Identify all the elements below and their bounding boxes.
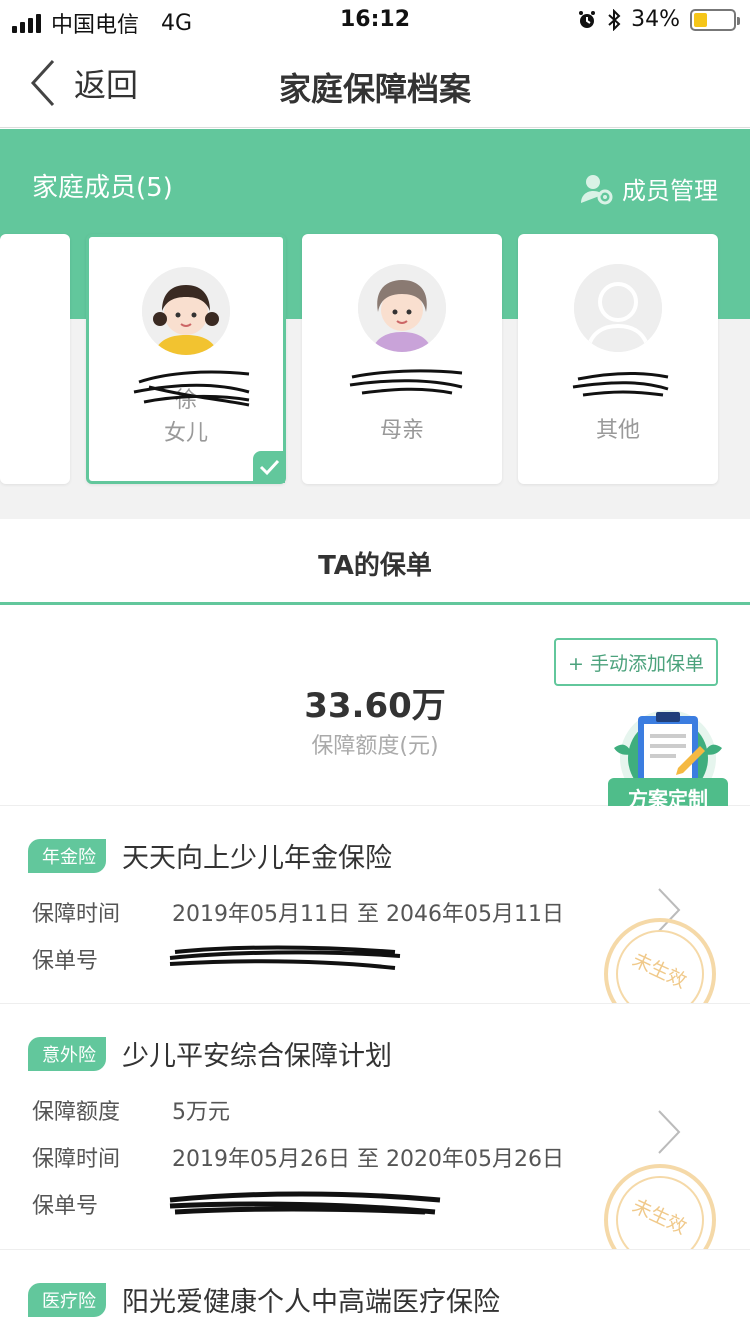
avatar [358,264,446,352]
tab-policies[interactable]: TA的保单 [0,545,750,582]
policy-type-tag: 医疗险 [28,1282,106,1317]
alarm-icon [579,10,596,28]
policy-type-tag: 意外险 [28,1036,106,1071]
plan-customize-button[interactable]: 方案定制 [608,706,728,821]
redaction-scribble [572,371,669,397]
member-relation: 其他 [595,418,640,443]
member-management-label: 成员管理 [622,177,718,205]
selected-check-icon [253,451,285,483]
policy-tab-bar: TA的保单 [0,519,750,605]
policy-field-value: 2019年05月26日 至 2020年05月26日 [172,1147,564,1172]
member-management-button[interactable]: 成员管理 [580,171,718,206]
policy-name: 天天向上少儿年金保险 [122,843,392,874]
coverage-summary: + 手动添加保单 33.60万 保障额度(元) 方案定制 [0,606,750,812]
policy-card[interactable]: 年金险 天天向上少儿年金保险 保障时间 2019年05月11日 至 2046年0… [0,806,750,1004]
policy-name: 少儿平安综合保障计划 [122,1041,392,1072]
policy-field-value: 5万元 [172,1100,230,1125]
user-settings-icon [581,174,613,204]
page-title: 家庭保障档案 [278,70,471,108]
member-card-mother[interactable]: 母亲 [302,234,502,484]
redaction-scribble [133,370,250,407]
chevron-right-icon [658,1110,681,1154]
family-title: 家庭成员(5) [32,173,173,203]
policy-field-label: 保障时间 [32,1147,121,1172]
policy-field-label: 保障时间 [32,902,121,927]
policy-field-label: 保单号 [32,1194,99,1219]
member-card-daughter[interactable]: 徐 女儿 [86,234,286,484]
policy-type-tag: 年金险 [28,838,106,873]
redaction-scribble [349,369,463,395]
avatar [142,267,230,355]
policy-field-value: 2019年05月11日 至 2046年05月11日 [172,902,564,927]
member-card-partial[interactable] [0,234,70,484]
policy-card[interactable]: 医疗险 阳光爱健康个人中高端医疗保险 [0,1250,750,1334]
policy-field-label: 保障额度 [32,1100,121,1125]
status-stamp: 未生效 [604,1164,716,1249]
battery-level [694,12,707,27]
nav-bar: 返回 家庭保障档案 [0,40,750,128]
family-section: 家庭成员(5) 成员管理 徐 女儿 母亲 其他 [0,129,750,519]
member-card-other[interactable]: 其他 [518,234,718,484]
status-bar: 中国电信 4G 16:12 34% [0,0,750,40]
status-stamp: 未生效 [604,918,716,1003]
avatar [574,264,662,352]
battery-icon [690,8,740,31]
battery-percent: 34% [631,7,680,32]
bluetooth-icon [608,8,621,31]
redaction-scribble [169,1191,441,1215]
member-relation: 母亲 [379,418,424,443]
policy-card[interactable]: 意外险 少儿平安综合保障计划 保障额度 5万元 保障时间 2019年05月26日… [0,1004,750,1250]
redaction-scribble [169,945,401,970]
policy-name: 阳光爱健康个人中高端医疗保险 [122,1287,500,1318]
policy-field-label: 保单号 [32,949,99,974]
